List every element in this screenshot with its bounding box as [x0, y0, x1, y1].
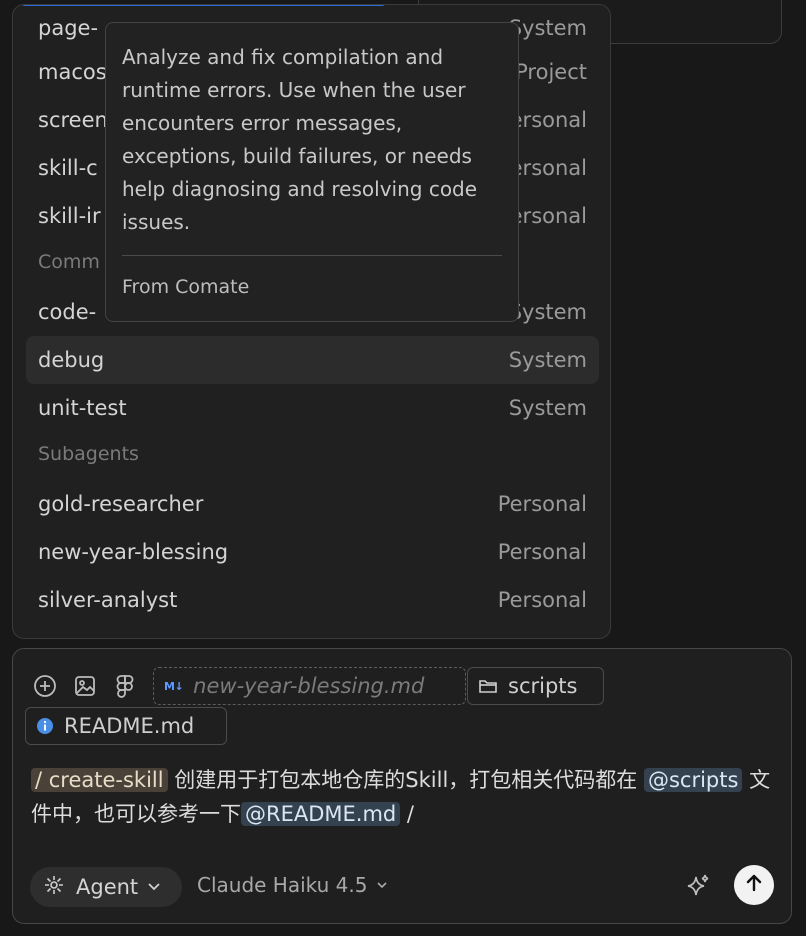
section-header-commands: Comm	[38, 251, 100, 273]
item-label: code-	[38, 300, 97, 324]
item-label: page-	[38, 16, 99, 40]
message-text: 创建用于打包本地仓库的Skill，打包相关代码都在	[167, 768, 644, 792]
folder-icon	[478, 677, 498, 695]
item-source: Personal	[497, 492, 587, 516]
chat-composer: M↓ new-year-blessing.md scripts README.m…	[12, 648, 792, 924]
slash-command-token: / create-skill	[31, 768, 168, 792]
attachment-label: README.md	[64, 714, 195, 738]
item-label: macos	[38, 60, 107, 84]
attachment-label: scripts	[508, 674, 578, 698]
item-label: gold-researcher	[38, 492, 204, 516]
command-description-tooltip: Analyze and fix compilation and runtime …	[105, 22, 519, 322]
subagent-item[interactable]: gold-researcher Personal	[26, 480, 599, 528]
message-input[interactable]: / create-skill 创建用于打包本地仓库的Skill，打包相关代码都在…	[31, 763, 771, 831]
item-source: System	[508, 300, 587, 324]
item-label: debug	[38, 348, 105, 372]
item-label: skill-c	[38, 156, 98, 180]
sparkle-icon[interactable]	[683, 871, 713, 901]
add-context-icon[interactable]	[32, 673, 58, 699]
attachment-chip-folder[interactable]: scripts	[467, 667, 604, 705]
message-text: /	[400, 802, 415, 826]
tooltip-divider	[122, 255, 502, 256]
subagent-item[interactable]: new-year-blessing Personal	[26, 528, 599, 576]
item-source: Personal	[497, 588, 587, 612]
model-label: Claude Haiku 4.5	[197, 873, 368, 897]
item-source: System	[508, 396, 587, 420]
mention-token-readme: @README.md	[241, 802, 401, 826]
mention-token-scripts: @scripts	[643, 768, 743, 792]
tooltip-source: From Comate	[122, 276, 250, 298]
item-source: Personal	[497, 540, 587, 564]
arrow-up-icon	[743, 872, 765, 898]
agent-mode-button[interactable]: Agent	[30, 867, 182, 907]
item-source: System	[508, 348, 587, 372]
attachment-chip-readme[interactable]: README.md	[25, 707, 227, 745]
image-icon[interactable]	[72, 673, 98, 699]
item-label: silver-analyst	[38, 588, 178, 612]
item-label: unit-test	[38, 396, 127, 420]
item-label: screen	[38, 108, 108, 132]
subagent-item[interactable]: silver-analyst Personal	[26, 576, 599, 624]
tooltip-description: Analyze and fix compilation and runtime …	[122, 45, 478, 234]
attachment-label: new-year-blessing.md	[193, 674, 425, 698]
attachment-chip-markdown[interactable]: M↓ new-year-blessing.md	[153, 667, 466, 705]
markdown-icon: M↓	[164, 679, 184, 693]
command-item-debug[interactable]: debug System	[26, 336, 599, 384]
item-source: System	[508, 16, 587, 40]
chevron-down-icon	[146, 875, 162, 899]
section-header-subagents: Subagents	[38, 443, 139, 465]
figma-icon[interactable]	[112, 673, 138, 699]
chevron-down-icon	[375, 873, 389, 897]
command-item[interactable]: unit-test System	[26, 384, 599, 432]
item-label: skill-ir	[38, 204, 101, 228]
item-source: Project	[515, 60, 587, 84]
agent-mode-label: Agent	[76, 875, 139, 899]
info-icon	[36, 717, 54, 735]
item-label: new-year-blessing	[38, 540, 229, 564]
send-button[interactable]	[734, 865, 774, 905]
model-selector[interactable]: Claude Haiku 4.5	[197, 873, 389, 897]
agent-icon	[42, 873, 66, 902]
